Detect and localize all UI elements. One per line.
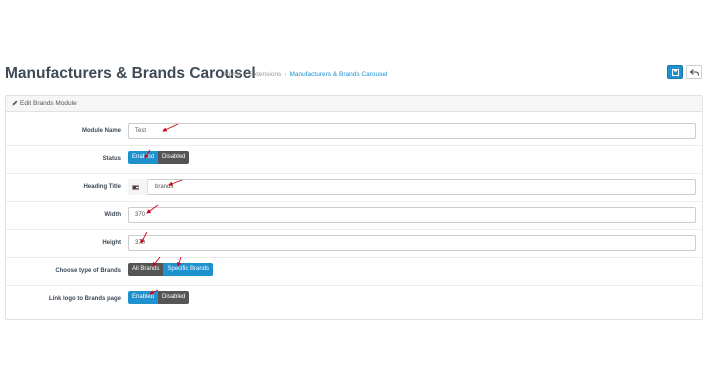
width-input[interactable]: 370 (128, 207, 696, 223)
status-label: Status (102, 156, 121, 162)
breadcrumb-separator: › (284, 71, 287, 78)
page-title: Manufacturers & Brands Carousel (5, 65, 256, 82)
all-brands-button[interactable]: All Brands (128, 263, 164, 276)
brand-type-toggle: All Brands Specific Brands (128, 263, 214, 276)
form-row-height: Height 370 (6, 230, 702, 258)
save-button[interactable] (667, 65, 683, 79)
form-row-link-logo: Link logo to Brands page Enabled Disable… (6, 286, 702, 314)
panel-heading: Edit Brands Module (6, 96, 702, 112)
width-label: Width (104, 212, 121, 218)
link-logo-disabled-button[interactable]: Disabled (158, 291, 190, 304)
specific-brands-button[interactable]: Specific Brands (163, 263, 214, 276)
status-enabled-button[interactable]: Enabled (128, 151, 159, 164)
link-logo-toggle: Enabled Disabled (128, 291, 190, 304)
save-icon (672, 69, 679, 76)
page-header: Manufacturers & Brands Carousel Home › Ext… (0, 62, 710, 88)
pencil-icon (12, 100, 18, 106)
form-row-status: Status Enabled Disabled (6, 146, 702, 174)
language-flag-icon (132, 185, 139, 190)
back-button[interactable] (686, 65, 702, 79)
brand-type-label: Choose type of Brands (55, 268, 121, 274)
heading-title-input[interactable]: brands (128, 179, 696, 195)
breadcrumb-home[interactable]: Home (224, 71, 241, 78)
module-name-input[interactable]: Test (128, 123, 696, 139)
link-logo-label: Link logo to Brands page (48, 296, 121, 302)
breadcrumb: Home › Extensions › Manufacturers & Brands C… (224, 71, 387, 78)
breadcrumb-separator: › (244, 71, 247, 78)
breadcrumb-extensions[interactable]: Extensions (250, 71, 282, 78)
form-row-heading-title: Heading Title brands (6, 174, 702, 202)
status-toggle: Enabled Disabled (128, 151, 190, 164)
link-logo-enabled-button[interactable]: Enabled (128, 291, 159, 304)
reply-icon (690, 69, 699, 76)
breadcrumb-current[interactable]: Manufacturers & Brands Carousel (289, 71, 387, 78)
module-name-label: Module Name (81, 128, 121, 134)
panel-heading-text: Edit Brands Module (20, 100, 77, 107)
height-label: Height (102, 240, 121, 246)
form-row-width: Width 370 (6, 202, 702, 230)
status-disabled-button[interactable]: Disabled (158, 151, 190, 164)
heading-title-label: Heading Title (83, 184, 121, 190)
height-input[interactable]: 370 (128, 235, 696, 251)
edit-brands-panel: Edit Brands Module Module Name Test Stat… (5, 95, 703, 320)
form-row-brand-type: Choose type of Brands All Brands Specifi… (6, 258, 702, 286)
form-row-module-name: Module Name Test (6, 118, 702, 146)
